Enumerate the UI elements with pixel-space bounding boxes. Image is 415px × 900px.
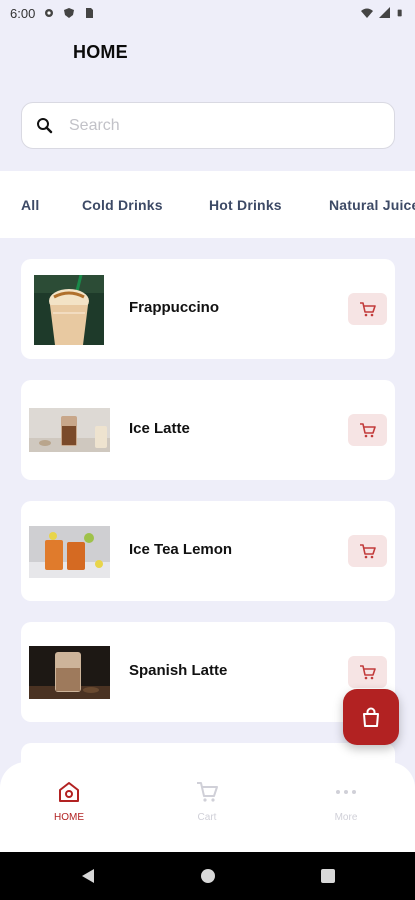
battery-icon [397,9,402,17]
ice-latte-image [29,408,110,452]
category-tab-natural-juice[interactable]: Natural Juice [329,197,415,213]
system-navigation-bar [0,852,415,900]
category-tab-cold-drinks[interactable]: Cold Drinks [82,197,163,213]
product-card-ice-tea-lemon[interactable]: Ice Tea Lemon [21,501,395,601]
shield-status-icon [64,8,75,18]
product-card-spanish-latte[interactable]: Spanish Latte [21,622,395,722]
spanish-latte-image [29,646,110,699]
product-name: Ice Latte [129,420,190,437]
product-name: Frappuccino [129,299,220,316]
product-name: Ice Tea Lemon [129,541,233,558]
frappuccino-image [34,275,104,345]
status-time: 6:00 [10,5,36,21]
cart-icon [360,301,376,316]
back-icon[interactable] [80,868,96,884]
category-tab-hot-drinks[interactable]: Hot Drinks [209,197,282,213]
signal-icon [379,7,390,18]
bottom-navigation: HOME Cart More [0,762,415,852]
nav-label-cart: Cart [197,812,217,823]
nav-label-more: More [334,812,358,823]
cart-icon [360,422,376,437]
cart-icon [360,664,376,679]
ice-tea-lemon-image [29,526,110,578]
category-tabs: All Cold Drinks Hot Drinks Natural Juice [0,171,415,238]
add-to-cart-button[interactable] [348,293,387,325]
more-icon [336,790,356,794]
nav-item-cart[interactable]: Cart [167,780,247,823]
settings-status-icon [45,9,54,17]
sim-status-icon [86,8,94,18]
wifi-icon [361,8,373,18]
nav-label-home: HOME [54,812,84,823]
search-input[interactable] [69,116,359,135]
home-circle-icon[interactable] [200,868,216,884]
cart-icon [360,543,376,558]
recents-icon[interactable] [320,868,336,884]
nav-item-home[interactable]: HOME [29,780,109,823]
page-title: HOME [73,42,128,62]
add-to-cart-button[interactable] [348,656,387,688]
search-box[interactable] [21,102,395,149]
product-card-frappuccino[interactable]: Frappuccino [21,259,395,359]
product-card-ice-latte[interactable]: Ice Latte [21,380,395,480]
category-tab-all[interactable]: All [21,197,40,213]
nav-item-more[interactable]: More [306,780,386,823]
status-bar: 6:00 [0,0,415,26]
cart-icon [197,782,218,802]
shopping-bag-button[interactable] [343,689,399,745]
shopping-bag-icon [363,707,379,727]
add-to-cart-button[interactable] [348,535,387,567]
add-to-cart-button[interactable] [348,414,387,446]
product-name: Spanish Latte [129,662,228,679]
search-icon [37,118,53,134]
home-icon [59,782,79,802]
